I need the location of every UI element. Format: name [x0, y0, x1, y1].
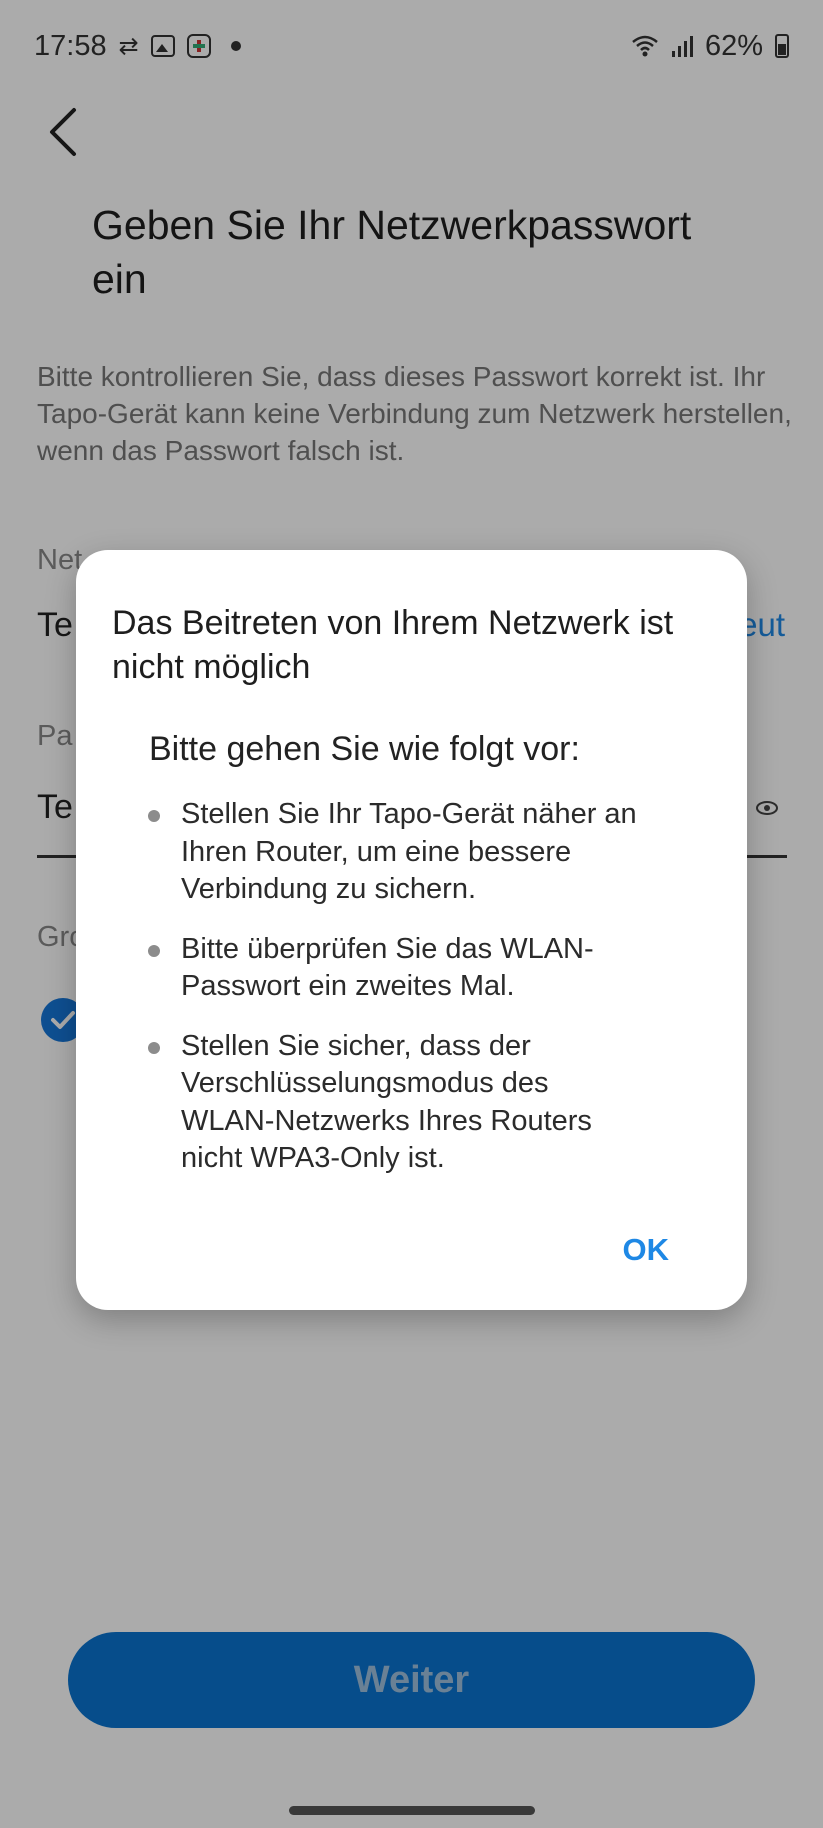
tip-text: Bitte überprüfen Sie das WLAN-Passwort e… — [181, 932, 594, 1003]
tip-item: Bitte überprüfen Sie das WLAN-Passwort e… — [148, 931, 648, 1006]
bullet-icon — [148, 810, 160, 822]
bullet-icon — [148, 1041, 160, 1054]
error-dialog: Das Beitreten von Ihrem Netzwerk ist nic… — [76, 550, 747, 1310]
tip-text: Stellen Sie Ihr Tapo-Gerät näher an Ihre… — [181, 798, 637, 905]
tips-list: Stellen Sie Ihr Tapo-Gerät näher an Ihre… — [148, 796, 648, 1200]
bullet-icon — [148, 944, 160, 957]
instructions-heading: Bitte gehen Sie wie folgt vor: — [149, 730, 580, 768]
tip-text: Stellen Sie sicher, dass der Verschlüsse… — [181, 1029, 592, 1175]
tip-item: Stellen Sie sicher, dass der Verschlüsse… — [148, 1028, 648, 1178]
dialog-title: Das Beitreten von Ihrem Netzwerk ist nic… — [112, 604, 674, 686]
ok-button[interactable]: OK — [615, 1228, 678, 1272]
tip-item: Stellen Sie Ihr Tapo-Gerät näher an Ihre… — [148, 796, 648, 909]
